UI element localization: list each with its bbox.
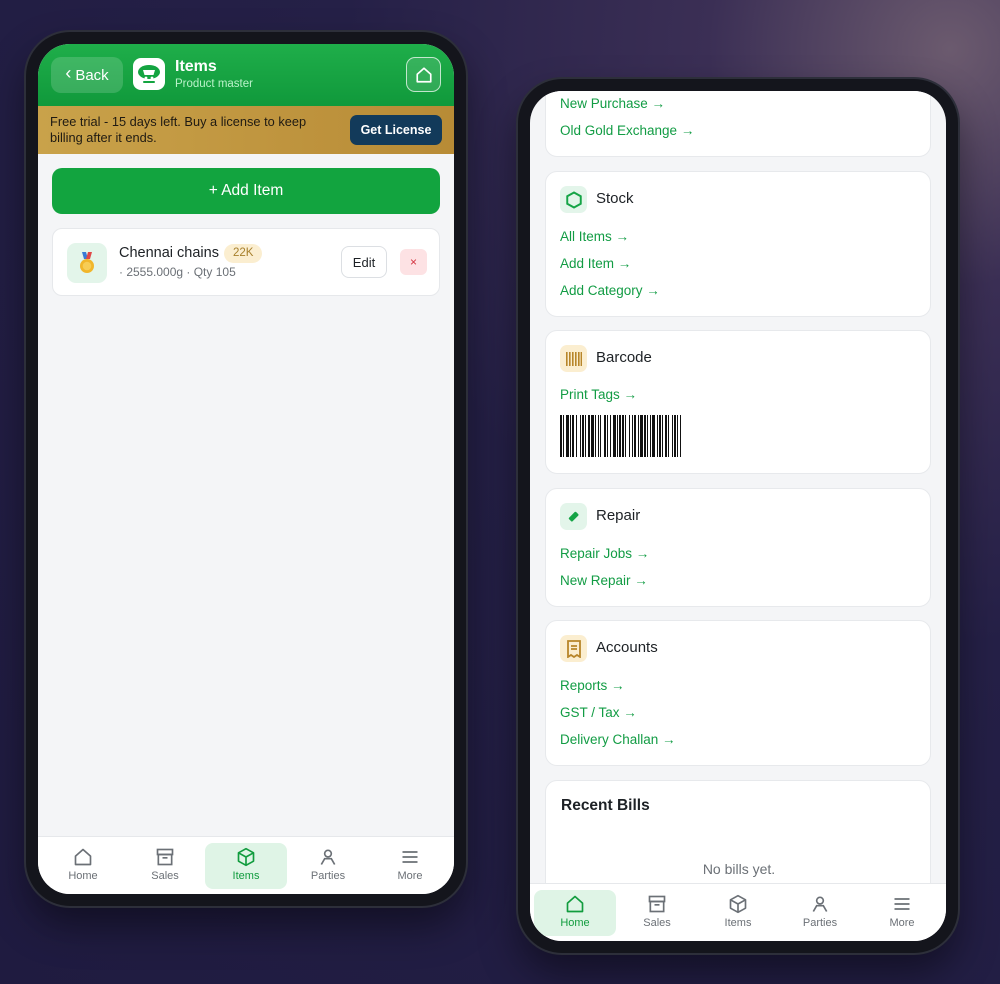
- item-name: Chennai chains: [119, 245, 219, 261]
- home-screen: New Purchase → Old Gold Exchange → Stock…: [530, 91, 946, 941]
- karat-badge: 22K: [224, 244, 263, 263]
- menu-icon: [402, 851, 418, 863]
- link-print-tags[interactable]: Print Tags →: [560, 387, 637, 402]
- nav-label: Sales: [643, 917, 671, 929]
- nav-parties[interactable]: Parties: [287, 843, 369, 889]
- stock-icon-wrap: [560, 186, 587, 213]
- back-button[interactable]: ‹ Back: [51, 57, 123, 93]
- link-repair-jobs[interactable]: Repair Jobs →: [560, 546, 649, 561]
- repair-title: Repair: [596, 507, 641, 524]
- chevron-left-icon: ‹: [65, 63, 72, 83]
- nav-items[interactable]: Items: [697, 890, 779, 936]
- link-add-item[interactable]: Add Item →: [560, 256, 631, 271]
- hexagon-icon: [565, 190, 582, 209]
- phone-frame-right: New Purchase → Old Gold Exchange → Stock…: [518, 79, 958, 953]
- page-title: Items: [175, 58, 217, 75]
- phone-frame-left: ‹ Back Items Product master Free trial -…: [26, 32, 466, 906]
- get-license-button[interactable]: Get License: [350, 115, 442, 145]
- app-logo: [133, 58, 165, 90]
- home-button[interactable]: [406, 57, 441, 92]
- nav-label: Parties: [310, 870, 346, 882]
- nav-label: Items: [232, 870, 260, 882]
- link-gst-tax[interactable]: GST / Tax →: [560, 705, 637, 720]
- home-icon: [74, 848, 92, 866]
- recent-bills-card: Recent Bills No bills yet.: [545, 780, 931, 883]
- bottom-nav: Home Sales Items Parties More: [530, 883, 946, 941]
- box-icon: [729, 894, 747, 914]
- nav-label: More: [397, 870, 423, 882]
- repair-icon-wrap: [560, 503, 587, 530]
- item-meta: · 2555.000g · Qty 105: [119, 265, 236, 279]
- trial-message: Free trial - 15 days left. Buy a license…: [50, 114, 307, 145]
- nav-home[interactable]: Home: [42, 843, 124, 889]
- nav-home[interactable]: Home: [534, 890, 616, 936]
- item-thumbnail: [67, 243, 107, 283]
- home-icon: [415, 66, 432, 83]
- accounts-title: Accounts: [596, 639, 658, 656]
- link-delivery-challan[interactable]: Delivery Challan →: [560, 732, 676, 747]
- sales-icon: [156, 848, 174, 866]
- repair-card: Repair Repair Jobs → New Repair →: [545, 488, 931, 607]
- accounts-card: Accounts Reports → GST / Tax → Delivery …: [545, 620, 931, 766]
- barcode-icon: [565, 351, 582, 366]
- back-label: Back: [75, 66, 109, 84]
- sales-icon: [648, 895, 666, 913]
- nav-label: Sales: [151, 870, 179, 882]
- barcode-card: Barcode Print Tags →: [545, 330, 931, 474]
- medal-icon: [80, 252, 94, 273]
- receipt-icon: [566, 639, 581, 658]
- edit-button[interactable]: Edit: [341, 246, 387, 278]
- link-new-repair[interactable]: New Repair →: [560, 573, 648, 588]
- nav-label: Home: [68, 870, 98, 882]
- link-add-category[interactable]: Add Category →: [560, 283, 660, 298]
- cart-logo-icon: [138, 65, 160, 83]
- nav-label: Items: [724, 917, 752, 929]
- home-icon: [566, 895, 584, 913]
- purchase-card: New Purchase → Old Gold Exchange →: [545, 91, 931, 157]
- items-screen: ‹ Back Items Product master Free trial -…: [38, 44, 454, 894]
- link-old-gold-exchange[interactable]: Old Gold Exchange →: [560, 123, 694, 138]
- link-new-purchase[interactable]: New Purchase →: [560, 96, 665, 111]
- person-icon: [320, 849, 336, 865]
- trial-banner: Free trial - 15 days left. Buy a license…: [38, 106, 454, 154]
- delete-button[interactable]: ×: [400, 249, 427, 275]
- nav-items[interactable]: Items: [205, 843, 287, 889]
- link-all-items[interactable]: All Items →: [560, 229, 629, 244]
- bottom-nav: Home Sales Items Parties More: [38, 836, 454, 894]
- link-reports[interactable]: Reports →: [560, 678, 625, 693]
- accounts-icon-wrap: [560, 635, 587, 662]
- nav-sales[interactable]: Sales: [616, 890, 698, 936]
- box-icon: [237, 847, 255, 867]
- page-subtitle: Product master: [175, 78, 253, 90]
- empty-bills-text: No bills yet.: [702, 861, 776, 877]
- wrench-icon: [568, 511, 579, 522]
- home-scroll-area[interactable]: New Purchase → Old Gold Exchange → Stock…: [530, 91, 946, 883]
- nav-sales[interactable]: Sales: [124, 843, 206, 889]
- add-item-button[interactable]: + Add Item: [52, 168, 440, 214]
- app-header: ‹ Back Items Product master: [38, 44, 454, 106]
- stock-title: Stock: [596, 190, 634, 207]
- nav-label: Parties: [802, 917, 838, 929]
- nav-label: Home: [560, 917, 590, 929]
- barcode-title: Barcode: [596, 349, 652, 366]
- nav-more[interactable]: More: [861, 890, 943, 936]
- stock-card: Stock All Items → Add Item → Add Categor…: [545, 171, 931, 317]
- menu-icon: [894, 898, 910, 910]
- item-card[interactable]: Chennai chains 22K · 2555.000g · Qty 105…: [52, 228, 440, 296]
- nav-more[interactable]: More: [369, 843, 451, 889]
- nav-label: More: [889, 917, 915, 929]
- barcode-icon-wrap: [560, 345, 587, 372]
- barcode-image: [560, 415, 683, 457]
- nav-parties[interactable]: Parties: [779, 890, 861, 936]
- person-icon: [812, 896, 828, 912]
- recent-bills-title: Recent Bills: [561, 797, 650, 814]
